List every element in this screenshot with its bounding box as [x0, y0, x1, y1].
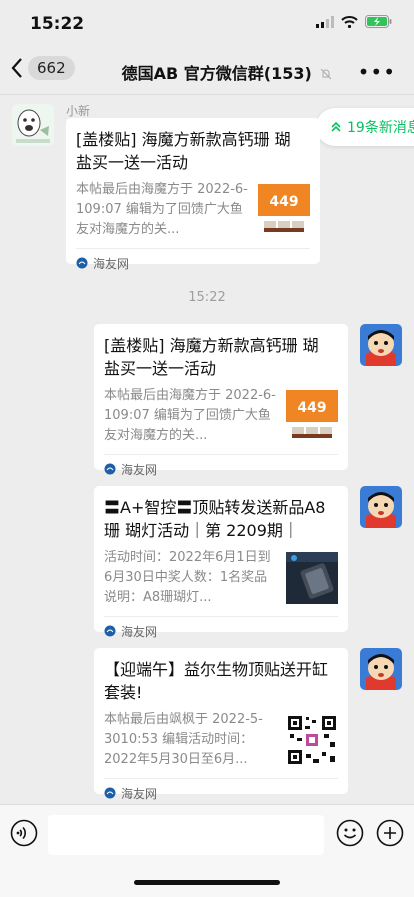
qr-code-thumbnail — [286, 714, 338, 766]
card-description: 本帖最后由飒枫于 2022-5-3010:53 编辑活动时间：2022年5月30… — [104, 712, 263, 767]
back-button[interactable]: 662 — [10, 56, 75, 80]
card-source: 海友网 — [104, 454, 338, 483]
self-avatar[interactable] — [360, 324, 402, 366]
source-logo-icon — [104, 463, 116, 475]
card-title: 【迎端午】益尔生物顶贴送开缸套装! — [104, 660, 329, 702]
emoji-icon[interactable] — [336, 819, 364, 847]
source-logo-icon — [104, 787, 116, 799]
new-messages-button[interactable]: 19条新消息 — [316, 108, 414, 146]
card-source: 海友网 — [104, 616, 338, 645]
message-input[interactable] — [48, 815, 324, 855]
status-icons — [316, 15, 392, 28]
ellipsis-icon[interactable]: ••• — [358, 60, 396, 84]
self-avatar[interactable] — [360, 648, 402, 690]
link-card[interactable]: [盖楼贴] 海魔方新款高钙珊 瑚盐买一送一活动 本帖最后由海魔方于 2022-6… — [66, 118, 320, 271]
link-card[interactable]: [盖楼贴] 海魔方新款高钙珊 瑚盐买一送一活动 本帖最后由海魔方于 2022-6… — [94, 324, 348, 477]
card-source: 海友网 — [76, 248, 310, 277]
battery-charging-icon — [365, 15, 392, 28]
time-separator: 15:22 — [188, 290, 226, 305]
unread-count-badge: 662 — [28, 56, 75, 80]
chat-title: 德国AB 官方微信群(153) — [121, 64, 312, 83]
home-indicator[interactable] — [134, 880, 280, 885]
sender-name: 小新 — [66, 104, 91, 118]
wifi-icon — [341, 15, 358, 28]
thumb-price: 449 — [269, 194, 298, 210]
card-thumbnail: 449 — [286, 390, 338, 442]
card-source-name: 海友网 — [121, 624, 158, 639]
card-title: [盖楼贴] 海魔方新款高钙珊 瑚盐买一送一活动 — [104, 336, 319, 378]
card-source-name: 海友网 — [93, 256, 130, 271]
card-source: 海友网 — [104, 778, 338, 807]
chat-header: 662 德国AB 官方微信群(153) ••• — [0, 46, 414, 95]
card-title: [盖楼贴] 海魔方新款高钙珊 瑚盐买一送一活动 — [76, 130, 291, 172]
card-source-name: 海友网 — [121, 462, 158, 477]
card-title: 〓A+智控〓顶贴转发送新品A8珊 瑚灯活动｜第 2209期｜ — [104, 498, 326, 540]
thumb-price: 449 — [297, 400, 326, 416]
source-logo-icon — [104, 625, 116, 637]
card-description: 本帖最后由海魔方于 2022-6-109:07 编辑为了回馈广大鱼友对海魔方的关… — [104, 388, 276, 443]
link-card[interactable]: 【迎端午】益尔生物顶贴送开缸套装! 本帖最后由飒枫于 2022-5-3010:5… — [94, 648, 348, 801]
double-chevron-up-icon — [331, 121, 341, 132]
link-card[interactable]: 〓A+智控〓顶贴转发送新品A8珊 瑚灯活动｜第 2209期｜ 活动时间：2022… — [94, 486, 348, 639]
source-logo-icon — [76, 257, 88, 269]
card-description: 本帖最后由海魔方于 2022-6-109:07 编辑为了回馈广大鱼友对海魔方的关… — [76, 182, 248, 237]
card-thumbnail — [286, 552, 338, 604]
bell-slash-icon — [321, 68, 332, 80]
chat-title-row[interactable]: 德国AB 官方微信群(153) — [100, 60, 354, 84]
status-bar: 15:22 — [0, 0, 414, 46]
card-source-name: 海友网 — [121, 786, 158, 801]
status-time: 15:22 — [30, 14, 85, 34]
new-messages-label: 19条新消息 — [347, 120, 414, 136]
self-avatar[interactable] — [360, 486, 402, 528]
plus-icon[interactable] — [376, 819, 404, 847]
signal-icon — [316, 15, 334, 28]
avatar[interactable] — [12, 104, 54, 146]
chevron-left-icon — [11, 58, 22, 78]
card-description: 活动时间：2022年6月1日到6月30日中奖人数：1名奖品说明：A8珊瑚灯... — [104, 550, 271, 605]
voice-input-icon[interactable] — [10, 819, 38, 847]
card-thumbnail: 449 — [258, 184, 310, 236]
